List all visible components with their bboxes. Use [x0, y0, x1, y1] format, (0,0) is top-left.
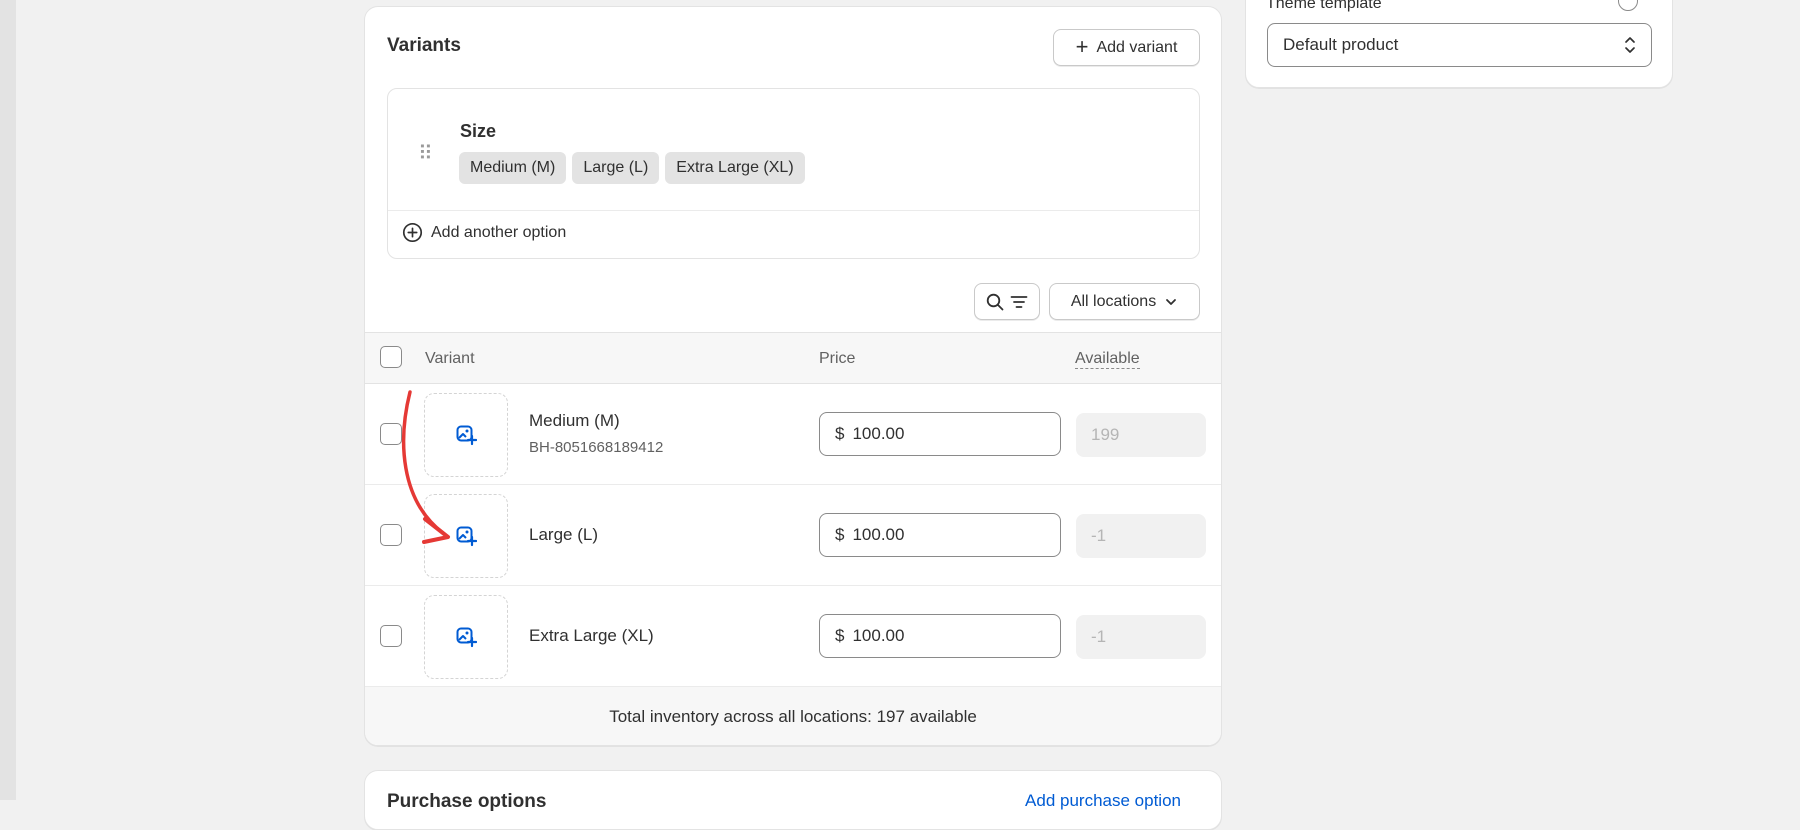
- currency-prefix: $: [835, 525, 845, 544]
- locations-label: All locations: [1070, 292, 1157, 310]
- variant-name[interactable]: Medium (M): [529, 411, 620, 431]
- table-row[interactable]: Large (L) $ 100.00 -1: [365, 485, 1221, 586]
- variant-image-placeholder[interactable]: [424, 595, 508, 679]
- currency-prefix: $: [835, 626, 845, 645]
- select-all-checkbox[interactable]: [380, 346, 402, 368]
- circle-plus-icon: [402, 222, 423, 243]
- variant-name[interactable]: Large (L): [529, 525, 598, 545]
- currency-prefix: $: [835, 424, 845, 443]
- row-checkbox[interactable]: [380, 625, 402, 647]
- price-input[interactable]: $ 100.00: [819, 614, 1061, 658]
- table-row[interactable]: Extra Large (XL) $ 100.00 -1: [365, 586, 1221, 687]
- theme-template-select[interactable]: Default product: [1267, 23, 1652, 67]
- available-quantity: 199: [1076, 413, 1206, 457]
- plus-icon: +: [1075, 33, 1089, 59]
- add-purchase-option-link[interactable]: Add purchase option: [1025, 791, 1181, 811]
- all-locations-dropdown[interactable]: All locations: [1049, 283, 1200, 320]
- row-checkbox[interactable]: [380, 423, 402, 445]
- search-filter-button[interactable]: [974, 283, 1040, 320]
- option-name: Size: [460, 121, 497, 141]
- price-input[interactable]: $ 100.00: [819, 412, 1061, 456]
- price-value: 100.00: [852, 626, 905, 645]
- theme-template-value: Default product: [1283, 35, 1399, 54]
- price-value: 100.00: [852, 525, 905, 544]
- image-add-icon: [456, 526, 477, 547]
- variants-title: Variants: [387, 35, 461, 56]
- available-quantity: -1: [1076, 615, 1206, 659]
- add-another-option-label: Add another option: [431, 223, 567, 241]
- price-value: 100.00: [852, 424, 905, 443]
- divider: [388, 210, 1199, 211]
- total-inventory-footer: Total inventory across all locations: 19…: [365, 687, 1221, 745]
- available-quantity: -1: [1076, 514, 1206, 558]
- column-header-price: Price: [819, 350, 856, 367]
- option-value-chip: Medium (M): [459, 152, 567, 184]
- variant-image-placeholder[interactable]: [424, 494, 508, 578]
- price-input[interactable]: $ 100.00: [819, 513, 1061, 557]
- variant-image-placeholder[interactable]: [424, 393, 508, 477]
- option-value-chip: Extra Large (XL): [665, 152, 805, 184]
- add-variant-label: Add variant: [1096, 38, 1178, 56]
- drag-handle-icon[interactable]: ⠿: [418, 141, 433, 166]
- variant-name[interactable]: Extra Large (XL): [529, 626, 654, 646]
- table-row[interactable]: Medium (M) BH-8051668189412 $ 100.00 199: [365, 384, 1221, 485]
- theme-template-card: Theme template Default product: [1245, 0, 1673, 88]
- variant-sku: BH-8051668189412: [529, 439, 664, 456]
- option-value-chip: Large (L): [572, 152, 660, 184]
- column-header-available[interactable]: Available: [1075, 350, 1140, 369]
- option-values: Medium (M) Large (L) Extra Large (XL): [459, 152, 805, 184]
- add-variant-button[interactable]: + Add variant: [1053, 29, 1200, 66]
- theme-template-label: Theme template: [1266, 0, 1382, 12]
- row-checkbox[interactable]: [380, 524, 402, 546]
- option-size-box[interactable]: ⠿ Size Medium (M) Large (L) Extra Large …: [387, 88, 1200, 259]
- add-another-option-button[interactable]: Add another option: [402, 222, 566, 243]
- purchase-options-title: Purchase options: [387, 791, 547, 812]
- select-arrows-icon: [1625, 37, 1635, 53]
- image-add-icon: [456, 627, 477, 648]
- chevron-down-icon: [1166, 298, 1177, 305]
- filter-icon: [1010, 295, 1028, 308]
- purchase-options-card: Purchase options Add purchase option: [364, 770, 1222, 830]
- column-header-variant: Variant: [425, 350, 475, 367]
- search-icon: [986, 293, 1004, 310]
- info-icon[interactable]: [1618, 0, 1638, 11]
- variants-card: Variants + Add variant ⠿ Size Medium (M)…: [364, 6, 1222, 746]
- image-add-icon: [456, 425, 477, 446]
- variants-table-header: Variant Price Available: [365, 332, 1221, 384]
- left-sidebar-edge: [0, 0, 16, 800]
